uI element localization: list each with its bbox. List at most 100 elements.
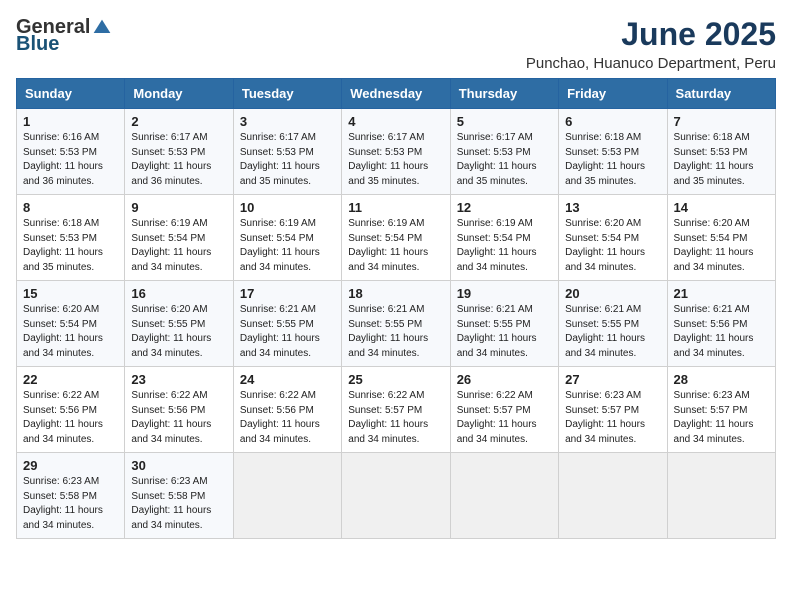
day-header-thursday: Thursday bbox=[450, 79, 558, 109]
calendar-cell: 17 Sunrise: 6:21 AMSunset: 5:55 PMDaylig… bbox=[233, 281, 341, 367]
day-number: 24 bbox=[240, 372, 335, 387]
day-info: Sunrise: 6:21 AMSunset: 5:55 PMDaylight:… bbox=[565, 304, 645, 359]
day-number: 7 bbox=[674, 114, 769, 129]
calendar-cell: 18 Sunrise: 6:21 AMSunset: 5:55 PMDaylig… bbox=[342, 281, 450, 367]
day-info: Sunrise: 6:18 AMSunset: 5:53 PMDaylight:… bbox=[23, 218, 103, 273]
calendar-week-row: 1 Sunrise: 6:16 AMSunset: 5:53 PMDayligh… bbox=[17, 109, 776, 195]
day-info: Sunrise: 6:19 AMSunset: 5:54 PMDaylight:… bbox=[457, 218, 537, 273]
day-header-monday: Monday bbox=[125, 79, 233, 109]
day-info: Sunrise: 6:20 AMSunset: 5:54 PMDaylight:… bbox=[674, 218, 754, 273]
day-number: 3 bbox=[240, 114, 335, 129]
calendar-cell bbox=[233, 453, 341, 539]
day-info: Sunrise: 6:17 AMSunset: 5:53 PMDaylight:… bbox=[348, 132, 428, 187]
day-number: 14 bbox=[674, 200, 769, 215]
day-number: 27 bbox=[565, 372, 660, 387]
logo-icon bbox=[92, 18, 112, 38]
day-info: Sunrise: 6:19 AMSunset: 5:54 PMDaylight:… bbox=[131, 218, 211, 273]
day-number: 30 bbox=[131, 458, 226, 473]
calendar-cell: 24 Sunrise: 6:22 AMSunset: 5:56 PMDaylig… bbox=[233, 367, 341, 453]
day-number: 11 bbox=[348, 200, 443, 215]
day-number: 25 bbox=[348, 372, 443, 387]
calendar-cell: 8 Sunrise: 6:18 AMSunset: 5:53 PMDayligh… bbox=[17, 195, 125, 281]
day-info: Sunrise: 6:17 AMSunset: 5:53 PMDaylight:… bbox=[131, 132, 211, 187]
month-title: June 2025 bbox=[526, 16, 776, 53]
title-area: June 2025 Punchao, Huanuco Department, P… bbox=[526, 16, 776, 72]
day-number: 2 bbox=[131, 114, 226, 129]
calendar-cell: 11 Sunrise: 6:19 AMSunset: 5:54 PMDaylig… bbox=[342, 195, 450, 281]
calendar-cell bbox=[450, 453, 558, 539]
day-number: 4 bbox=[348, 114, 443, 129]
calendar-cell: 23 Sunrise: 6:22 AMSunset: 5:56 PMDaylig… bbox=[125, 367, 233, 453]
day-number: 26 bbox=[457, 372, 552, 387]
calendar-cell: 9 Sunrise: 6:19 AMSunset: 5:54 PMDayligh… bbox=[125, 195, 233, 281]
calendar-header-row: SundayMondayTuesdayWednesdayThursdayFrid… bbox=[17, 79, 776, 109]
calendar-week-row: 22 Sunrise: 6:22 AMSunset: 5:56 PMDaylig… bbox=[17, 367, 776, 453]
calendar-cell: 26 Sunrise: 6:22 AMSunset: 5:57 PMDaylig… bbox=[450, 367, 558, 453]
day-number: 18 bbox=[348, 286, 443, 301]
day-number: 22 bbox=[23, 372, 118, 387]
calendar-cell bbox=[342, 453, 450, 539]
day-number: 23 bbox=[131, 372, 226, 387]
calendar-cell: 10 Sunrise: 6:19 AMSunset: 5:54 PMDaylig… bbox=[233, 195, 341, 281]
calendar-cell bbox=[559, 453, 667, 539]
calendar-cell: 16 Sunrise: 6:20 AMSunset: 5:55 PMDaylig… bbox=[125, 281, 233, 367]
calendar-cell: 21 Sunrise: 6:21 AMSunset: 5:56 PMDaylig… bbox=[667, 281, 775, 367]
calendar-cell: 12 Sunrise: 6:19 AMSunset: 5:54 PMDaylig… bbox=[450, 195, 558, 281]
day-info: Sunrise: 6:22 AMSunset: 5:57 PMDaylight:… bbox=[348, 390, 428, 445]
calendar-cell bbox=[667, 453, 775, 539]
calendar-week-row: 29 Sunrise: 6:23 AMSunset: 5:58 PMDaylig… bbox=[17, 453, 776, 539]
day-info: Sunrise: 6:17 AMSunset: 5:53 PMDaylight:… bbox=[240, 132, 320, 187]
day-info: Sunrise: 6:22 AMSunset: 5:56 PMDaylight:… bbox=[240, 390, 320, 445]
calendar-cell: 22 Sunrise: 6:22 AMSunset: 5:56 PMDaylig… bbox=[17, 367, 125, 453]
day-number: 21 bbox=[674, 286, 769, 301]
logo-blue-text: Blue bbox=[16, 33, 59, 56]
calendar-cell: 6 Sunrise: 6:18 AMSunset: 5:53 PMDayligh… bbox=[559, 109, 667, 195]
calendar-cell: 27 Sunrise: 6:23 AMSunset: 5:57 PMDaylig… bbox=[559, 367, 667, 453]
logo: General Blue bbox=[16, 16, 112, 56]
calendar-cell: 20 Sunrise: 6:21 AMSunset: 5:55 PMDaylig… bbox=[559, 281, 667, 367]
calendar-week-row: 15 Sunrise: 6:20 AMSunset: 5:54 PMDaylig… bbox=[17, 281, 776, 367]
day-info: Sunrise: 6:21 AMSunset: 5:55 PMDaylight:… bbox=[348, 304, 428, 359]
calendar-cell: 1 Sunrise: 6:16 AMSunset: 5:53 PMDayligh… bbox=[17, 109, 125, 195]
calendar-cell: 15 Sunrise: 6:20 AMSunset: 5:54 PMDaylig… bbox=[17, 281, 125, 367]
day-number: 16 bbox=[131, 286, 226, 301]
day-header-tuesday: Tuesday bbox=[233, 79, 341, 109]
day-number: 28 bbox=[674, 372, 769, 387]
calendar-cell: 28 Sunrise: 6:23 AMSunset: 5:57 PMDaylig… bbox=[667, 367, 775, 453]
calendar-cell: 4 Sunrise: 6:17 AMSunset: 5:53 PMDayligh… bbox=[342, 109, 450, 195]
day-number: 10 bbox=[240, 200, 335, 215]
day-number: 15 bbox=[23, 286, 118, 301]
calendar-cell: 5 Sunrise: 6:17 AMSunset: 5:53 PMDayligh… bbox=[450, 109, 558, 195]
day-info: Sunrise: 6:18 AMSunset: 5:53 PMDaylight:… bbox=[674, 132, 754, 187]
day-info: Sunrise: 6:17 AMSunset: 5:53 PMDaylight:… bbox=[457, 132, 537, 187]
day-header-friday: Friday bbox=[559, 79, 667, 109]
calendar-cell: 19 Sunrise: 6:21 AMSunset: 5:55 PMDaylig… bbox=[450, 281, 558, 367]
day-number: 12 bbox=[457, 200, 552, 215]
day-info: Sunrise: 6:22 AMSunset: 5:57 PMDaylight:… bbox=[457, 390, 537, 445]
calendar-cell: 14 Sunrise: 6:20 AMSunset: 5:54 PMDaylig… bbox=[667, 195, 775, 281]
day-info: Sunrise: 6:22 AMSunset: 5:56 PMDaylight:… bbox=[131, 390, 211, 445]
day-header-saturday: Saturday bbox=[667, 79, 775, 109]
calendar-cell: 30 Sunrise: 6:23 AMSunset: 5:58 PMDaylig… bbox=[125, 453, 233, 539]
calendar-cell: 3 Sunrise: 6:17 AMSunset: 5:53 PMDayligh… bbox=[233, 109, 341, 195]
calendar-cell: 29 Sunrise: 6:23 AMSunset: 5:58 PMDaylig… bbox=[17, 453, 125, 539]
day-info: Sunrise: 6:21 AMSunset: 5:55 PMDaylight:… bbox=[457, 304, 537, 359]
day-number: 1 bbox=[23, 114, 118, 129]
day-number: 9 bbox=[131, 200, 226, 215]
calendar-cell: 25 Sunrise: 6:22 AMSunset: 5:57 PMDaylig… bbox=[342, 367, 450, 453]
location-title: Punchao, Huanuco Department, Peru bbox=[526, 55, 776, 72]
calendar-cell: 7 Sunrise: 6:18 AMSunset: 5:53 PMDayligh… bbox=[667, 109, 775, 195]
day-info: Sunrise: 6:18 AMSunset: 5:53 PMDaylight:… bbox=[565, 132, 645, 187]
day-info: Sunrise: 6:19 AMSunset: 5:54 PMDaylight:… bbox=[240, 218, 320, 273]
day-number: 29 bbox=[23, 458, 118, 473]
day-header-wednesday: Wednesday bbox=[342, 79, 450, 109]
day-info: Sunrise: 6:20 AMSunset: 5:54 PMDaylight:… bbox=[23, 304, 103, 359]
day-info: Sunrise: 6:20 AMSunset: 5:55 PMDaylight:… bbox=[131, 304, 211, 359]
day-info: Sunrise: 6:22 AMSunset: 5:56 PMDaylight:… bbox=[23, 390, 103, 445]
day-info: Sunrise: 6:21 AMSunset: 5:56 PMDaylight:… bbox=[674, 304, 754, 359]
day-info: Sunrise: 6:20 AMSunset: 5:54 PMDaylight:… bbox=[565, 218, 645, 273]
day-info: Sunrise: 6:21 AMSunset: 5:55 PMDaylight:… bbox=[240, 304, 320, 359]
calendar-table: SundayMondayTuesdayWednesdayThursdayFrid… bbox=[16, 78, 776, 539]
day-info: Sunrise: 6:16 AMSunset: 5:53 PMDaylight:… bbox=[23, 132, 103, 187]
day-number: 6 bbox=[565, 114, 660, 129]
